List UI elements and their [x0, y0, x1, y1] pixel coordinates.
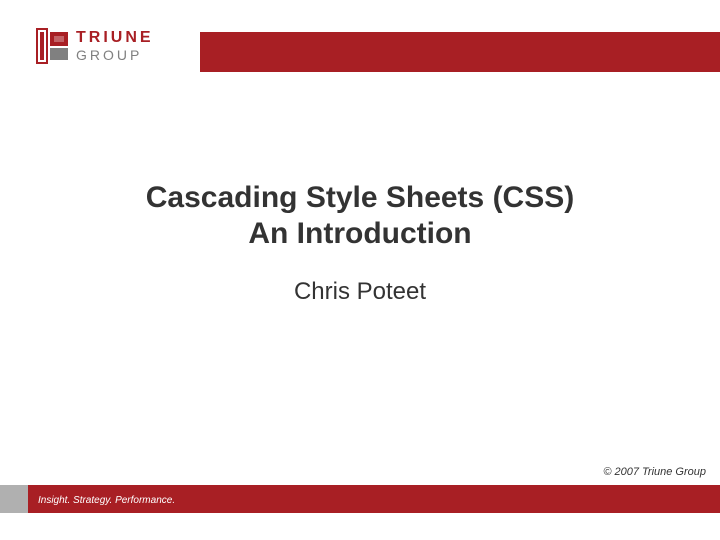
- header-accent-bar: [200, 32, 720, 72]
- title-line-2: An Introduction: [0, 216, 720, 252]
- slide-title: Cascading Style Sheets (CSS) An Introduc…: [0, 180, 720, 252]
- logo-text: TRIUNE GROUP: [76, 30, 154, 62]
- logo-mark-icon: [36, 28, 68, 64]
- tagline-text: Insight. Strategy. Performance.: [38, 495, 175, 506]
- logo-text-bottom: GROUP: [76, 48, 154, 62]
- footer-gray-block: [0, 485, 28, 513]
- logo: TRIUNE GROUP: [36, 28, 154, 64]
- title-line-1: Cascading Style Sheets (CSS): [0, 180, 720, 216]
- slide-subtitle: Chris Poteet: [0, 278, 720, 306]
- copyright-text: © 2007 Triune Group: [603, 466, 706, 478]
- logo-text-top: TRIUNE: [76, 30, 154, 46]
